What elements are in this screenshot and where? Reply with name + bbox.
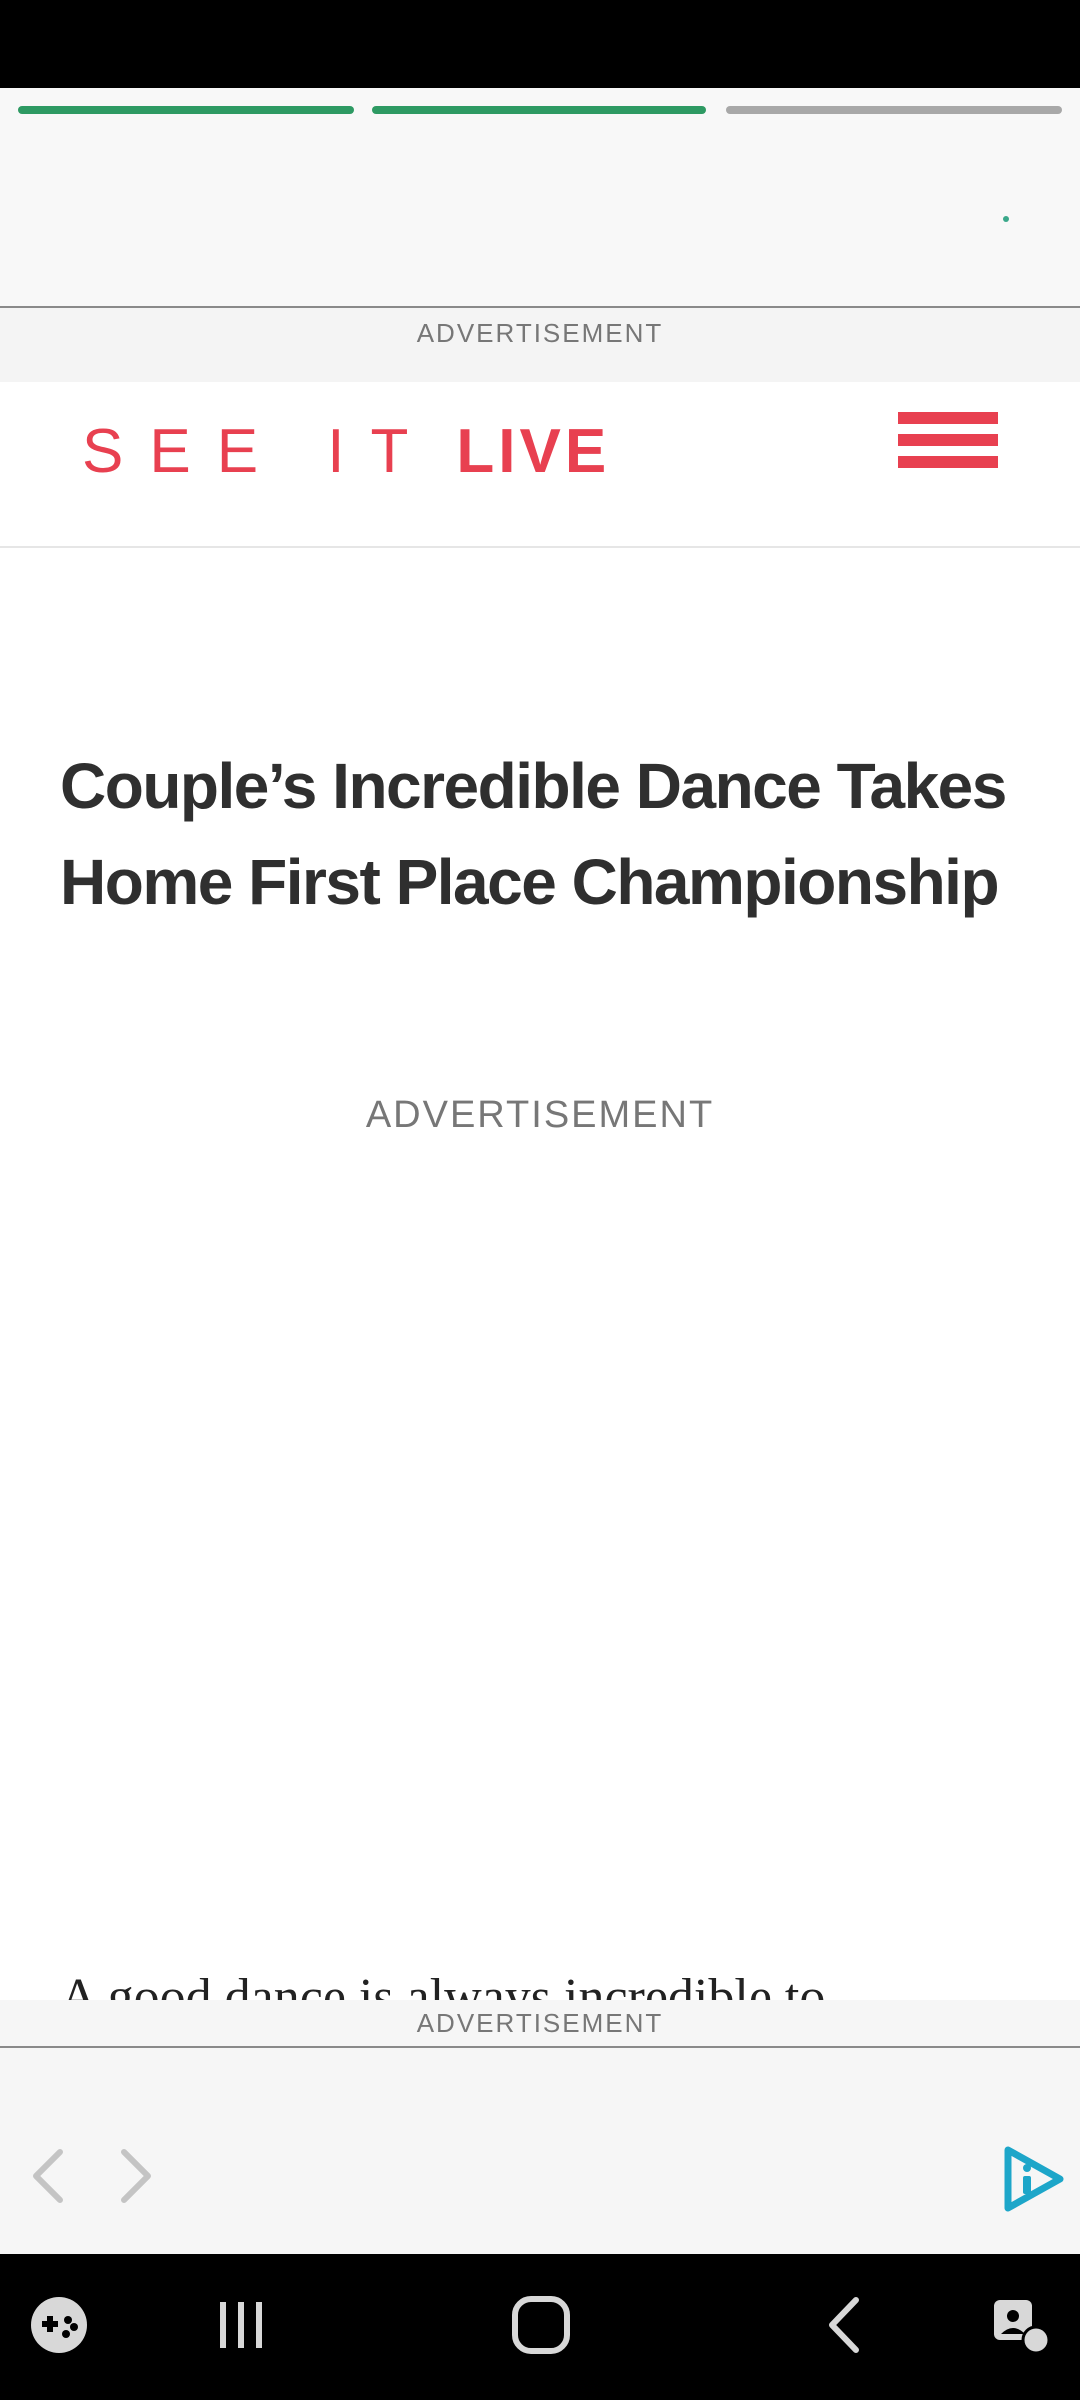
status-bar	[0, 0, 1080, 88]
loading-dot	[1003, 216, 1009, 222]
ad-label: ADVERTISEMENT	[416, 318, 664, 348]
progress-segment-2	[372, 106, 706, 114]
bottom-ad-banner[interactable]: ADVERTISEMENT	[0, 2000, 1080, 2254]
chevron-right-icon[interactable]	[116, 2146, 156, 2206]
ad-label: ADVERTISEMENT	[365, 1094, 715, 1136]
logo-live: LIVE	[456, 417, 611, 486]
top-ad-banner[interactable]: ADVERTISEMENT	[0, 306, 1080, 382]
article-headline: Couple’s Incredible Dance Takes Home Fir…	[60, 750, 1007, 918]
game-launcher-icon[interactable]	[24, 2290, 94, 2360]
site-logo[interactable]: SEE IT LIVE	[82, 402, 610, 502]
article-body-text: A good dance is always incredible to	[60, 1969, 826, 2000]
hamburger-menu-icon[interactable]	[898, 396, 998, 486]
back-icon[interactable]	[810, 2290, 880, 2360]
site-header: SEE IT LIVE	[0, 382, 1080, 548]
ad-label: ADVERTISEMENT	[0, 2000, 1080, 2048]
accessibility-icon[interactable]	[986, 2290, 1056, 2360]
recent-apps-icon[interactable]	[206, 2290, 276, 2360]
ad-info-play-icon[interactable]	[1000, 2146, 1066, 2212]
article-content: Couple’s Incredible Dance Takes Home Fir…	[0, 548, 1080, 2000]
system-navigation-bar	[0, 2254, 1080, 2400]
progress-segment-1	[18, 106, 354, 114]
story-progress-area	[0, 88, 1080, 306]
home-icon[interactable]	[506, 2290, 576, 2360]
logo-see-it: SEE IT	[82, 417, 435, 486]
progress-segment-3	[726, 106, 1062, 114]
chevron-left-icon[interactable]	[28, 2146, 68, 2206]
